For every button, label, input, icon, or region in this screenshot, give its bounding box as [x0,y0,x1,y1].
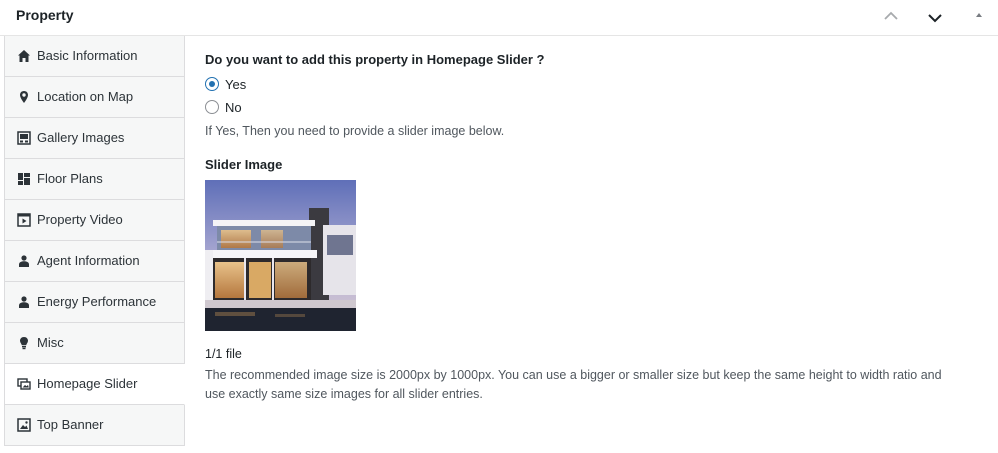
tab-misc[interactable]: Misc [4,323,185,364]
images-icon [17,131,31,145]
tab-label: Agent Information [37,253,140,268]
slider-question: Do you want to add this property in Home… [205,52,545,67]
caret-up-icon [967,5,991,29]
tab-label: Energy Performance [37,294,157,309]
slides-icon [17,377,31,391]
tab-label: Top Banner [37,417,104,432]
metabox-title: Property [16,7,74,23]
user-icon [17,254,31,268]
tab-gallery-images[interactable]: Gallery Images [4,118,185,159]
move-down-button[interactable] [923,5,947,29]
image-icon [17,418,31,432]
tab-label: Misc [37,335,64,350]
slider-hint: If Yes, Then you need to provide a slide… [205,124,505,138]
user-icon [17,295,31,309]
yes-radio[interactable] [205,77,219,91]
image-size-note: The recommended image size is 2000px by … [205,368,942,401]
tab-label: Gallery Images [37,130,125,145]
tab-energy-performance[interactable]: Energy Performance [4,282,185,323]
yes-label[interactable]: Yes [225,77,246,92]
tab-label: Homepage Slider [37,376,138,391]
tab-label: Location on Map [37,89,134,104]
map-pin-icon [17,90,31,104]
home-icon [17,49,31,63]
file-count: 1/1 file [205,347,242,361]
no-label[interactable]: No [225,100,242,115]
floor-plan-icon [17,172,31,186]
toggle-panel-button[interactable] [967,5,991,29]
metabox-header: Property [0,0,998,36]
no-radio[interactable] [205,100,219,114]
video-icon [17,213,31,227]
tab-location-on-map[interactable]: Location on Map [4,77,185,118]
chevron-down-icon [923,5,947,29]
tab-agent-information[interactable]: Agent Information [4,241,185,282]
lightbulb-icon [17,336,31,350]
slider-image-label: Slider Image [205,157,283,172]
slider-image-thumbnail[interactable] [205,180,356,331]
tab-label: Basic Information [37,48,138,63]
tab-basic-information[interactable]: Basic Information [4,36,185,77]
tabs-sidebar: Basic Information Location on Map Galler… [4,36,185,446]
tab-top-banner[interactable]: Top Banner [4,405,185,446]
tab-label: Property Video [37,212,123,227]
tab-floor-plans[interactable]: Floor Plans [4,159,185,200]
tab-homepage-slider[interactable]: Homepage Slider [4,364,185,405]
chevron-up-icon [879,5,903,29]
tab-label: Floor Plans [37,171,103,186]
tab-property-video[interactable]: Property Video [4,200,185,241]
move-up-button[interactable] [879,5,903,29]
